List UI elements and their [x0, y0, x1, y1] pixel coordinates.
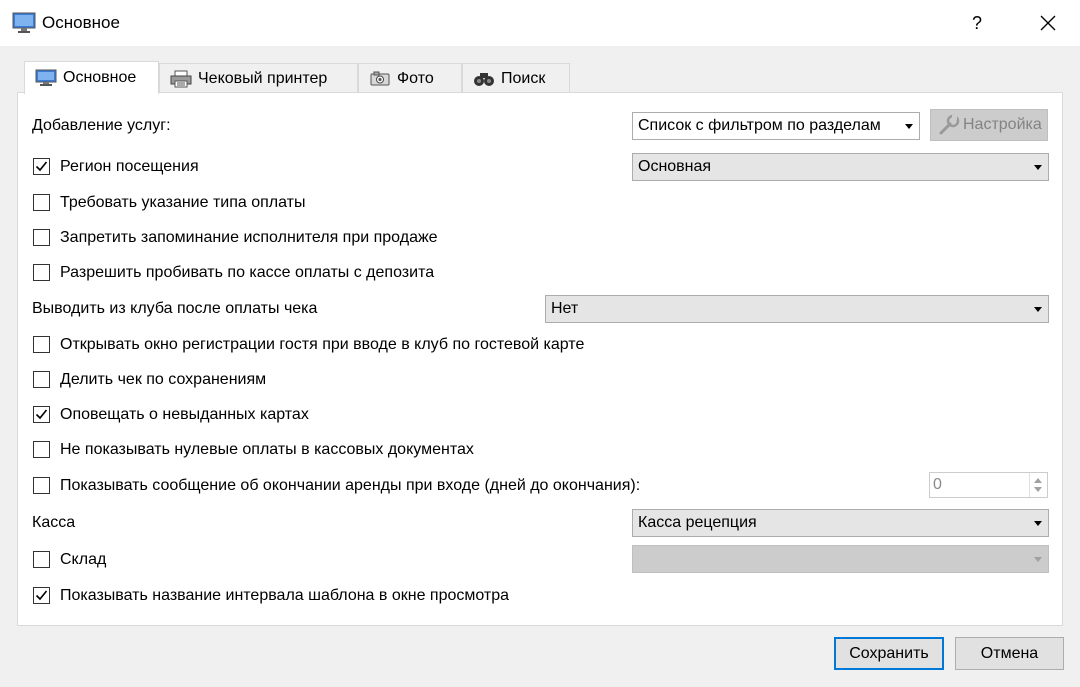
cash-select[interactable]: Касса рецепция	[632, 509, 1049, 537]
wrench-icon	[939, 114, 960, 135]
exit-club-select-value: Нет	[551, 300, 579, 317]
checkmark-icon	[35, 590, 48, 601]
settings-button-label: Настройка	[963, 116, 1042, 133]
form-content: Добавление услуг: Список с фильтром по р…	[0, 0, 1080, 687]
hide-zero-payments-checkbox[interactable]	[33, 441, 50, 458]
arrow-up-icon[interactable]	[1034, 478, 1042, 483]
region-checkbox[interactable]	[33, 158, 50, 175]
forbid-remember-executor-checkbox[interactable]	[33, 229, 50, 246]
notify-unissued-cards-checkbox[interactable]	[33, 406, 50, 423]
rental-end-message-checkbox[interactable]	[33, 477, 50, 494]
services-label: Добавление услуг:	[32, 117, 171, 134]
services-select[interactable]: Список с фильтром по разделам	[632, 112, 920, 140]
cash-select-value: Касса рецепция	[638, 514, 757, 531]
open-guest-registration-checkbox[interactable]	[33, 336, 50, 353]
region-select-value: Основная	[638, 158, 712, 175]
allow-deposit-payments-checkbox[interactable]	[33, 264, 50, 281]
exit-club-select[interactable]: Нет	[545, 295, 1049, 323]
arrow-down-icon[interactable]	[1034, 487, 1042, 492]
warehouse-label: Склад	[60, 551, 107, 568]
chevron-down-icon	[1034, 307, 1042, 312]
rental-days-spinner[interactable]: 0	[929, 472, 1048, 498]
chevron-down-icon	[1034, 521, 1042, 526]
chevron-down-icon	[1034, 165, 1042, 170]
rental-days-value: 0	[933, 476, 942, 493]
region-label: Регион посещения	[60, 158, 199, 175]
notify-unissued-cards-label: Оповещать о невыданных картах	[60, 406, 309, 423]
chevron-down-icon	[905, 124, 913, 129]
require-payment-type-label: Требовать указание типа оплаты	[60, 194, 306, 211]
cash-label: Касса	[32, 514, 76, 531]
show-interval-name-checkbox[interactable]	[33, 587, 50, 604]
chevron-down-icon	[1034, 557, 1042, 562]
checkmark-icon	[35, 161, 48, 172]
exit-club-label: Выводить из клуба после оплаты чека	[32, 300, 318, 317]
warehouse-select	[632, 545, 1049, 573]
forbid-remember-executor-label: Запретить запоминание исполнителя при пр…	[60, 229, 438, 246]
settings-button[interactable]: Настройка	[930, 109, 1048, 141]
rental-end-message-label: Показывать сообщение об окончании аренды…	[60, 477, 641, 494]
warehouse-checkbox[interactable]	[33, 551, 50, 568]
region-select[interactable]: Основная	[632, 153, 1049, 181]
split-check-checkbox[interactable]	[33, 371, 50, 388]
split-check-label: Делить чек по сохранениям	[60, 371, 267, 388]
hide-zero-payments-label: Не показывать нулевые оплаты в кассовых …	[60, 441, 474, 458]
spinner-buttons[interactable]	[1029, 473, 1047, 497]
allow-deposit-payments-label: Разрешить пробивать по кассе оплаты с де…	[60, 264, 435, 281]
show-interval-name-label: Показывать название интервала шаблона в …	[60, 587, 510, 604]
open-guest-registration-label: Открывать окно регистрации гостя при вво…	[60, 336, 585, 353]
services-select-value: Список с фильтром по разделам	[638, 117, 881, 134]
require-payment-type-checkbox[interactable]	[33, 194, 50, 211]
checkmark-icon	[35, 409, 48, 420]
